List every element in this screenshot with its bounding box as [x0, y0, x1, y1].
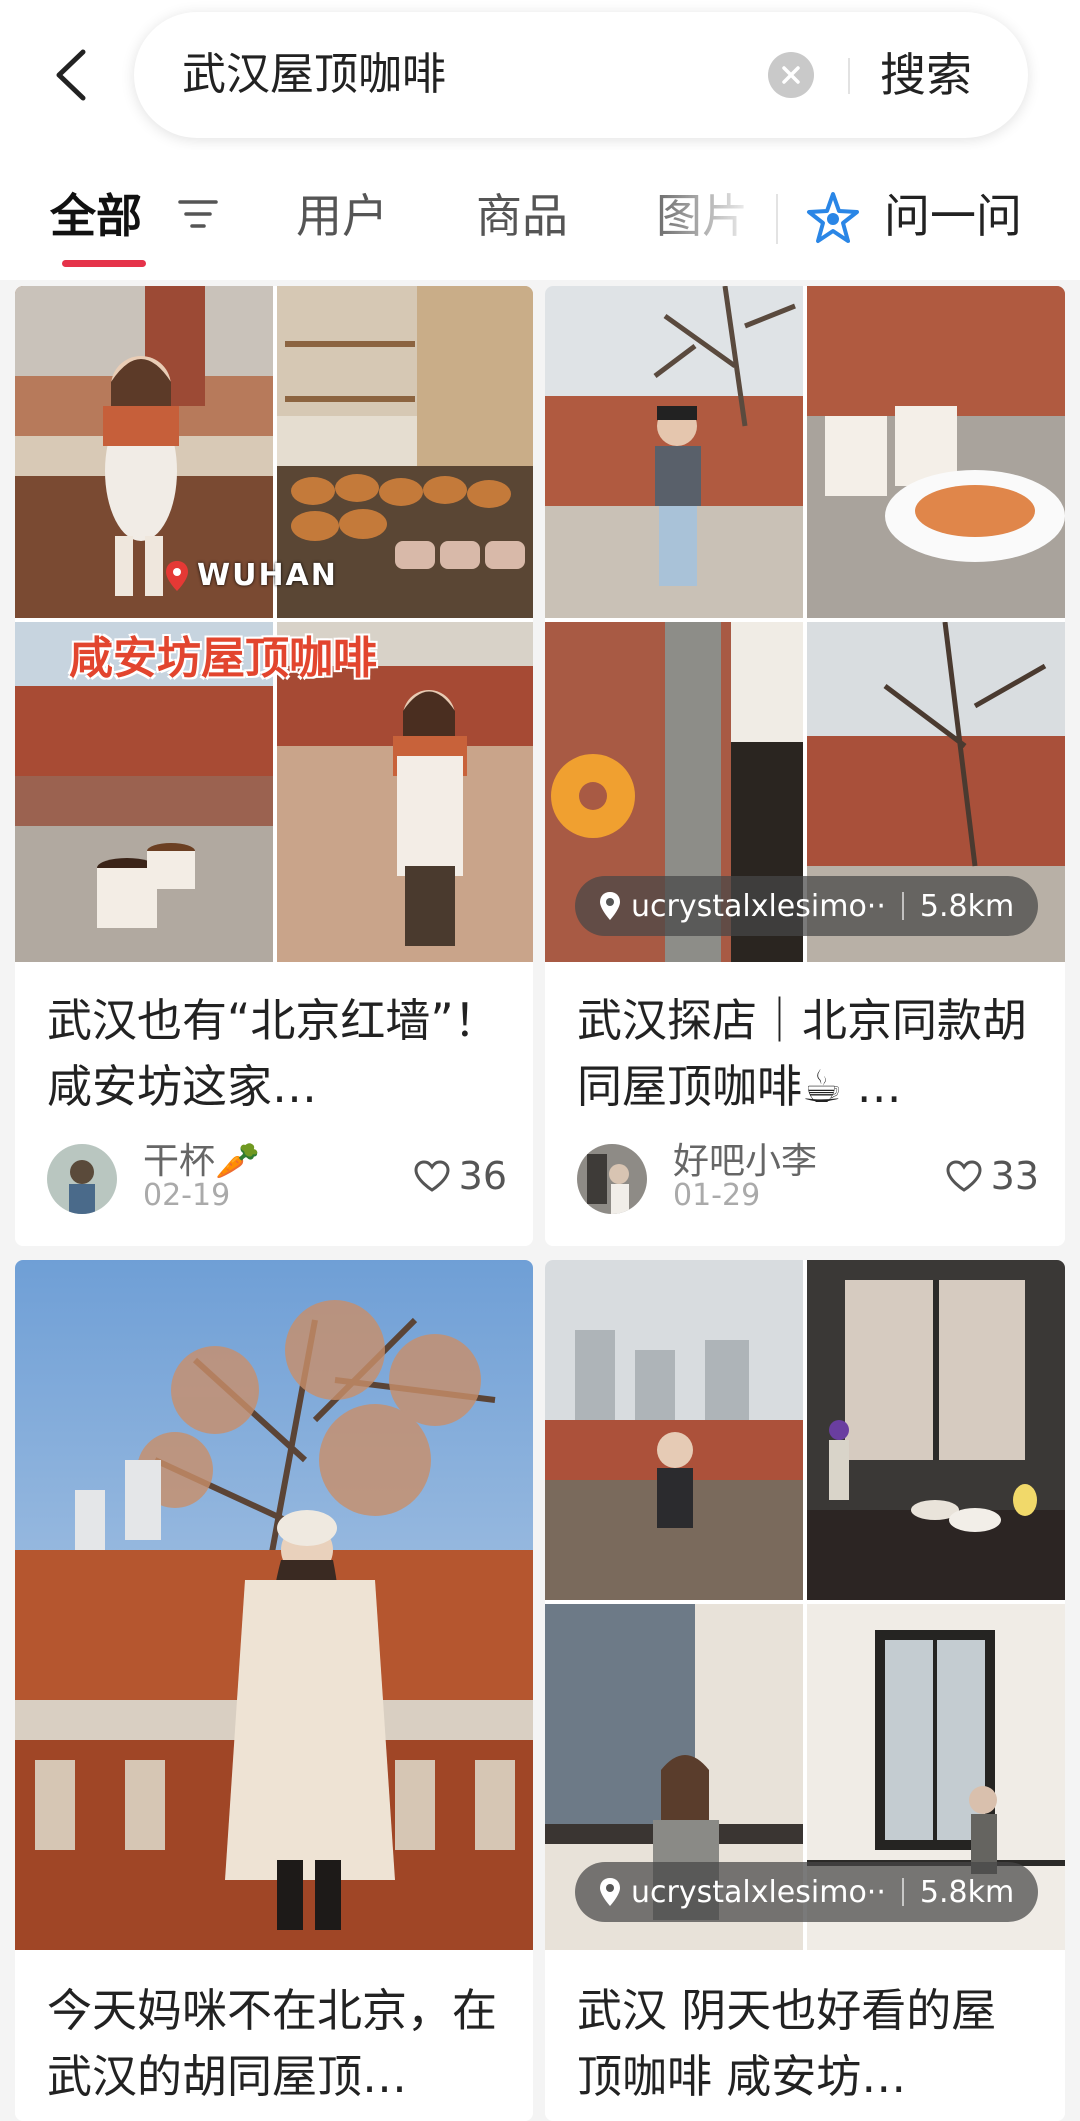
clear-search-button[interactable]: [768, 52, 814, 98]
search-tabs: 全部 用户 商品 图片 问一问: [0, 150, 1080, 280]
post-cover-image[interactable]: ucrystalxlesimo·· 5.8km: [545, 286, 1065, 962]
overlay-location-text: WUHAN: [197, 558, 338, 593]
overlay-title: 咸安坊屋顶咖啡: [69, 633, 377, 684]
author-name[interactable]: 好吧小李: [673, 1132, 817, 1184]
chevron-left-icon: [56, 49, 86, 101]
overlay-location-tag: WUHAN: [165, 558, 338, 593]
post-cover-image[interactable]: WUHAN 咸安坊屋顶咖啡: [15, 286, 533, 962]
location-name: ucrystalxlesimo··: [631, 1874, 886, 1910]
map-pin-icon: [600, 892, 620, 920]
post-title[interactable]: 武汉也有“北京红墙”！ 咸安坊这家…: [47, 988, 507, 1120]
tab-all[interactable]: 全部: [50, 184, 142, 248]
map-pin-icon: [166, 560, 188, 591]
like-button[interactable]: 33: [945, 1154, 1039, 1198]
location-chip[interactable]: ucrystalxlesimo·· 5.8km: [575, 1862, 1039, 1922]
post-card[interactable]: ucrystalxlesimo·· 5.8km 武汉探店｜北京同款胡同屋顶咖啡☕…: [545, 286, 1065, 1246]
active-tab-indicator: [62, 260, 146, 267]
back-button[interactable]: [40, 40, 100, 110]
cover-collage: [545, 1260, 1065, 1950]
tab-divider: [776, 194, 778, 244]
tab-products[interactable]: 商品: [476, 184, 568, 248]
filter-icon[interactable]: [178, 198, 218, 230]
tab-ask[interactable]: 问一问: [884, 184, 1022, 248]
heart-icon: [946, 1160, 982, 1192]
map-pin-icon: [600, 1878, 620, 1906]
like-button[interactable]: 36: [413, 1154, 507, 1198]
post-cover-image[interactable]: [15, 1260, 533, 1950]
search-query-text[interactable]: 武汉屋顶咖啡: [182, 12, 446, 138]
tab-fade: [640, 180, 780, 256]
post-cover-image[interactable]: ucrystalxlesimo·· 5.8km: [545, 1260, 1065, 1950]
avatar[interactable]: [577, 1144, 647, 1214]
ai-sparkle-icon[interactable]: [804, 190, 862, 248]
author-name[interactable]: 干杯🥕: [143, 1132, 260, 1184]
location-chip[interactable]: ucrystalxlesimo·· 5.8km: [575, 876, 1039, 936]
post-title[interactable]: 今天妈咪不在北京，在武汉的胡同屋顶…: [47, 1978, 507, 2110]
post-title[interactable]: 武汉探店｜北京同款胡同屋顶咖啡☕ …: [577, 988, 1039, 1120]
location-name: ucrystalxlesimo··: [631, 888, 886, 924]
chip-divider: [901, 1878, 904, 1906]
post-card[interactable]: ucrystalxlesimo·· 5.8km 武汉 阴天也好看的屋顶咖啡 咸安…: [545, 1260, 1065, 2121]
location-distance: 5.8km: [919, 888, 1015, 924]
like-count: 36: [458, 1154, 507, 1198]
chip-divider: [901, 892, 904, 920]
search-divider: [848, 58, 850, 94]
tab-users[interactable]: 用户: [296, 184, 388, 248]
search-header: 武汉屋顶咖啡 搜索: [0, 0, 1080, 150]
close-icon: [782, 66, 800, 84]
heart-icon: [414, 1160, 450, 1192]
cover-collage: [545, 286, 1065, 962]
post-title[interactable]: 武汉 阴天也好看的屋顶咖啡 咸安坊…: [577, 1978, 1039, 2110]
location-distance: 5.8km: [919, 1874, 1015, 1910]
like-count: 33: [990, 1154, 1039, 1198]
post-date: 02-19: [143, 1178, 231, 1213]
post-card[interactable]: WUHAN 咸安坊屋顶咖啡 武汉也有“北京红墙”！ 咸安坊这家… 干杯🥕 02-…: [15, 286, 533, 1246]
post-card[interactable]: 今天妈咪不在北京，在武汉的胡同屋顶…: [15, 1260, 533, 2121]
search-button[interactable]: 搜索: [880, 12, 972, 138]
search-input[interactable]: 武汉屋顶咖啡 搜索: [134, 12, 1028, 138]
cover-photo: [15, 1260, 533, 1950]
post-date: 01-29: [673, 1178, 761, 1213]
avatar[interactable]: [47, 1144, 117, 1214]
